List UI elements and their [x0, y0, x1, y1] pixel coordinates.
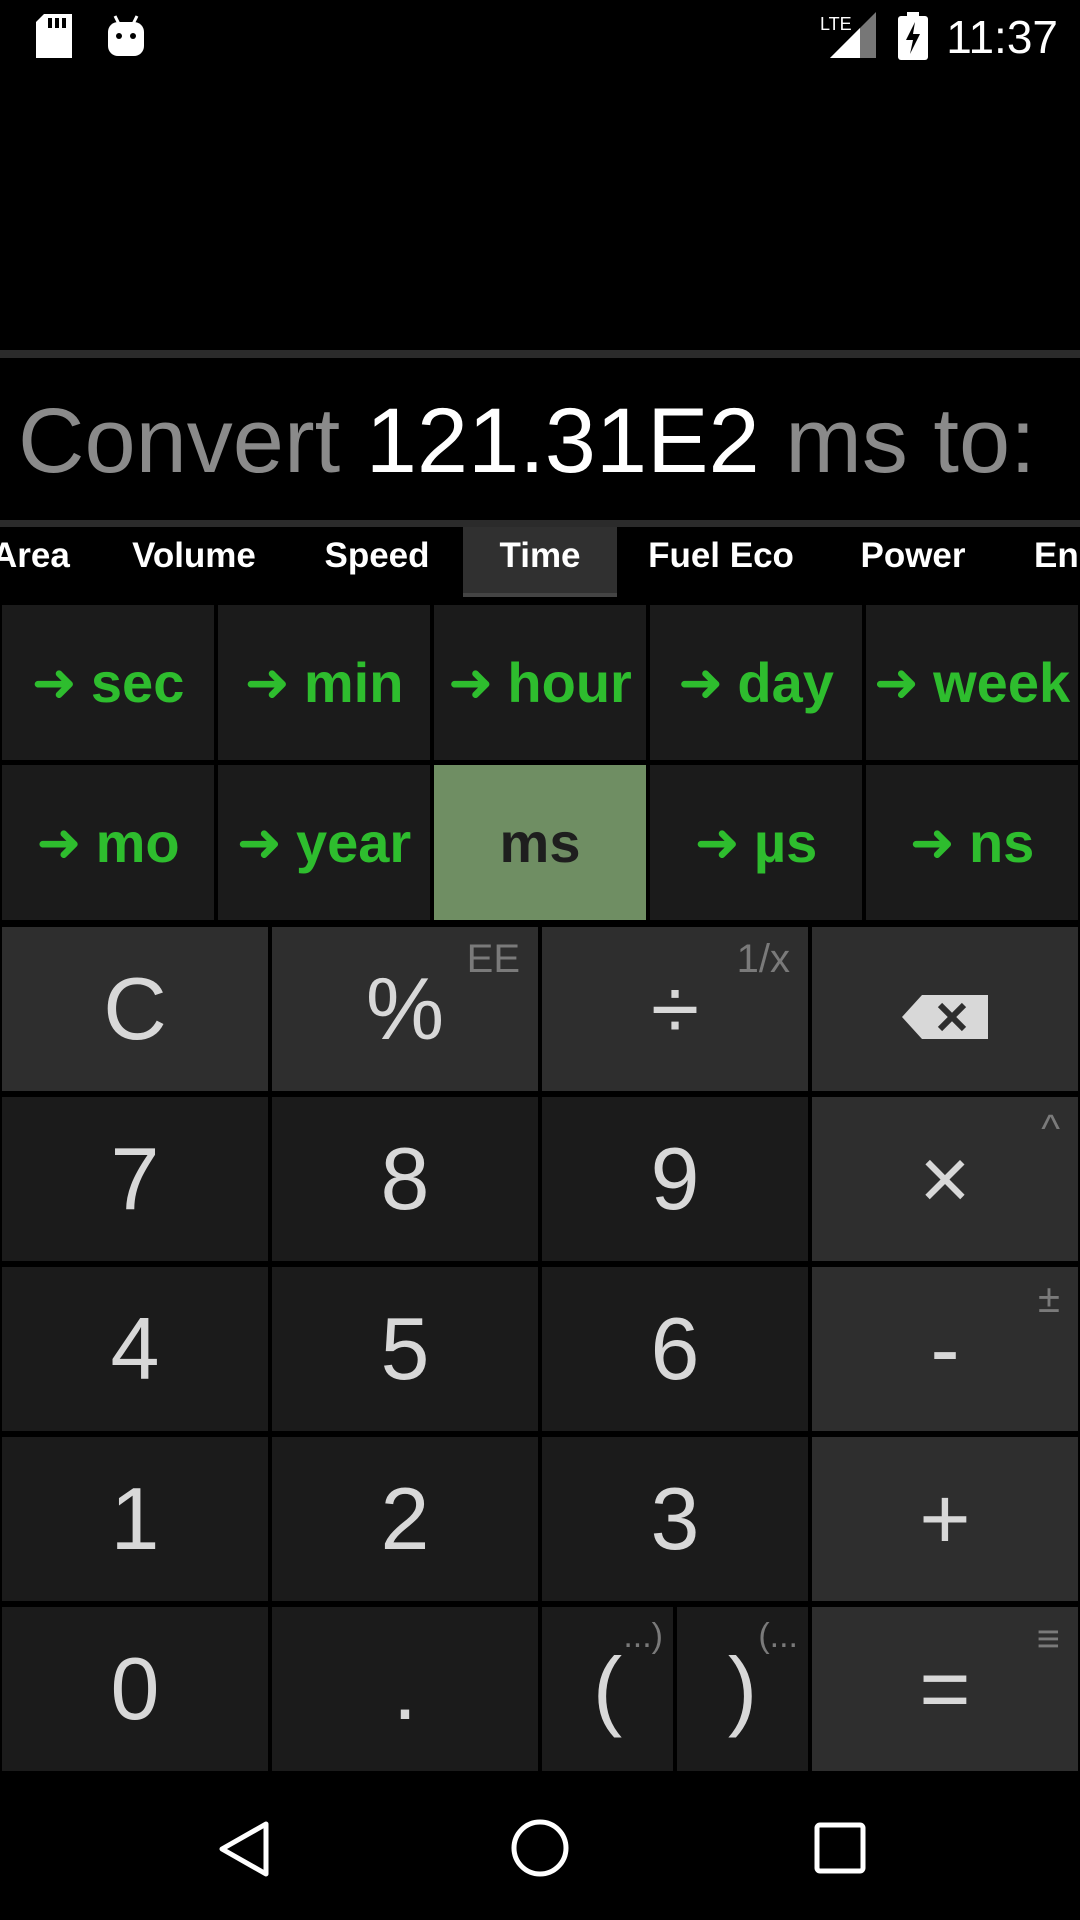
unit-hour-button[interactable]: ➜ hour: [434, 605, 646, 760]
plus-minus-secondary-label: ±: [1038, 1277, 1060, 1321]
arrow-right-icon: ➜: [909, 813, 955, 873]
key-9[interactable]: 9: [542, 1097, 808, 1261]
arrow-right-icon: ➜: [236, 813, 282, 873]
unit-week-button[interactable]: ➜ week: [866, 605, 1078, 760]
key-7[interactable]: 7: [2, 1097, 268, 1261]
result-display: [0, 72, 1080, 350]
arrow-right-icon: ➜: [873, 653, 920, 713]
arrow-right-icon: ➜: [694, 813, 740, 873]
unit-sec-button[interactable]: ➜ sec: [2, 605, 214, 760]
arrow-right-icon: ➜: [448, 653, 494, 713]
unit-ms-selected[interactable]: ms: [434, 765, 646, 920]
battery-charging-icon: [898, 12, 928, 65]
convert-prefix: Convert: [18, 390, 341, 492]
tab-fuel-eco[interactable]: Fuel Eco: [636, 527, 806, 597]
unit-min-button[interactable]: ➜ min: [218, 605, 430, 760]
power-secondary-label: ^: [1041, 1107, 1060, 1151]
key-1[interactable]: 1: [2, 1437, 268, 1601]
close-paren-secondary-label: (...: [758, 1617, 798, 1655]
status-bar: LTE 11:37: [0, 0, 1080, 72]
convert-value: 121.31E2: [365, 390, 760, 492]
key-8[interactable]: 8: [272, 1097, 538, 1261]
key-0[interactable]: 0: [2, 1607, 268, 1771]
plus-button[interactable]: +: [812, 1437, 1078, 1601]
unit-mo-button[interactable]: ➜ mo: [2, 765, 214, 920]
tab-speed[interactable]: Speed: [302, 527, 452, 597]
backspace-icon: [902, 958, 988, 1060]
backspace-button[interactable]: [812, 927, 1078, 1091]
unit-ns-button[interactable]: ➜ ns: [866, 765, 1078, 920]
multiply-button[interactable]: × ^: [812, 1097, 1078, 1261]
key-5[interactable]: 5: [272, 1267, 538, 1431]
svg-text:LTE: LTE: [820, 14, 852, 34]
tab-time[interactable]: Time: [463, 527, 617, 597]
decimal-point-button[interactable]: .: [272, 1607, 538, 1771]
key-3[interactable]: 3: [542, 1437, 808, 1601]
reciprocal-secondary-label: 1/x: [736, 937, 790, 981]
recents-icon[interactable]: [814, 1822, 866, 1879]
convert-suffix: ms to:: [785, 390, 1036, 492]
ee-secondary-label: EE: [466, 937, 520, 981]
android-icon: [106, 14, 146, 63]
open-paren-secondary-label: ...): [623, 1617, 663, 1655]
tab-volume[interactable]: Volume: [110, 527, 278, 597]
display-divider: [0, 350, 1080, 358]
arrow-right-icon: ➜: [36, 813, 82, 873]
conversion-expression: Convert 121.31E2 ms to:: [0, 366, 1080, 516]
category-tabs: Area Volume Speed Time Fuel Eco Power En…: [0, 527, 1080, 597]
lte-signal-icon: LTE: [820, 12, 876, 63]
tab-area[interactable]: Area: [0, 527, 72, 597]
close-paren-button[interactable]: ) (...: [677, 1607, 808, 1771]
sd-card-icon: [36, 14, 72, 63]
clear-button[interactable]: C: [2, 927, 268, 1091]
tab-energy[interactable]: Ene: [1034, 527, 1080, 597]
arrow-right-icon: ➜: [244, 653, 290, 713]
percent-button[interactable]: % EE: [272, 927, 538, 1091]
menu-secondary-label: ≡: [1036, 1617, 1060, 1661]
arrow-right-icon: ➜: [31, 653, 77, 713]
key-4[interactable]: 4: [2, 1267, 268, 1431]
equals-button[interactable]: = ≡: [812, 1607, 1078, 1771]
unit-us-button[interactable]: ➜ µs: [650, 765, 862, 920]
unit-year-button[interactable]: ➜ year: [218, 765, 430, 920]
arrow-right-icon: ➜: [678, 653, 724, 713]
unit-day-button[interactable]: ➜ day: [650, 605, 862, 760]
tab-power[interactable]: Power: [838, 527, 988, 597]
navigation-bar: [0, 1776, 1080, 1920]
back-icon[interactable]: [216, 1820, 270, 1883]
key-6[interactable]: 6: [542, 1267, 808, 1431]
tab-divider: [0, 520, 1080, 527]
divide-button[interactable]: ÷ 1/x: [542, 927, 808, 1091]
minus-button[interactable]: - ±: [812, 1267, 1078, 1431]
key-2[interactable]: 2: [272, 1437, 538, 1601]
home-icon[interactable]: [510, 1818, 570, 1883]
open-paren-button[interactable]: ( ...): [542, 1607, 673, 1771]
status-time: 11:37: [946, 11, 1058, 63]
